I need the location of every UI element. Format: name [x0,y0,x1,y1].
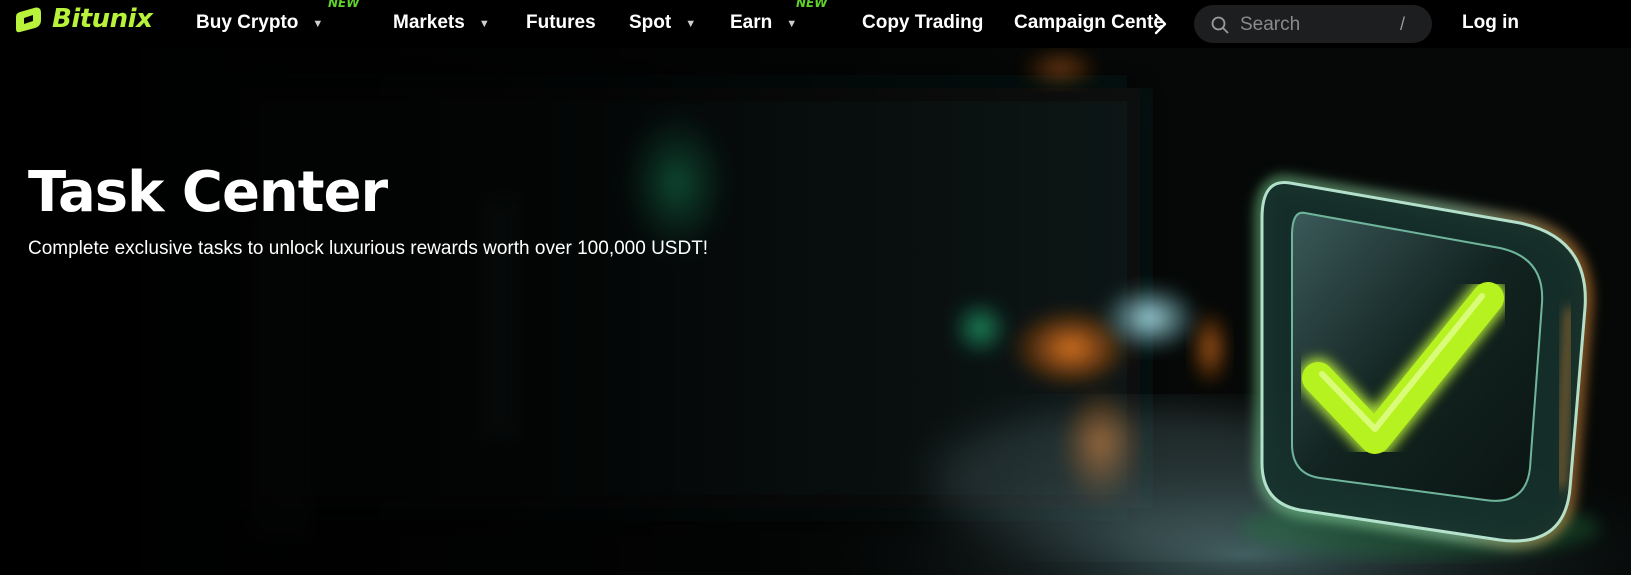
brand-name: Bitunix [52,4,153,34]
nav-spot[interactable]: Spot ▼ [629,12,696,34]
nav-futures[interactable]: Futures [526,12,596,34]
chevron-down-icon: ▼ [786,18,798,30]
nav-spot-label: Spot [629,12,672,33]
login-button[interactable]: Log in [1462,12,1519,34]
nav-campaign-center[interactable]: Campaign Center [1014,12,1164,34]
glowing-checkmark-icon [1240,175,1600,558]
nav-buy-crypto-label: Buy Crypto [196,12,299,33]
chevron-down-icon: ▼ [478,18,490,30]
top-navigation: Bitunix Buy Crypto ▼ NEW Markets ▼ Futur… [0,0,1631,48]
chevron-down-icon: ▼ [685,18,697,30]
new-badge-buy-crypto: NEW [328,0,360,10]
nav-campaign-center-label: Campaign Center [1014,12,1164,33]
hero-banner: Task Center Complete exclusive tasks to … [0,48,1631,575]
nav-markets-label: Markets [393,12,465,33]
page-subtitle: Complete exclusive tasks to unlock luxur… [28,238,709,259]
hero-background-art [0,48,1631,575]
new-badge-earn: NEW [796,0,828,10]
bitunix-logo-icon [16,7,41,33]
brand-logo[interactable]: Bitunix [14,4,153,34]
search-icon [1211,16,1229,34]
chevron-down-icon: ▼ [312,18,324,30]
nav-buy-crypto[interactable]: Buy Crypto ▼ [196,12,323,34]
page-title: Task Center [28,160,388,225]
search-box[interactable]: / [1194,5,1432,43]
search-shortcut-hint: / [1400,14,1406,34]
nav-copy-trading[interactable]: Copy Trading [862,12,983,34]
nav-copy-trading-label: Copy Trading [862,12,984,33]
chevron-right-icon[interactable] [1150,10,1170,38]
nav-earn-label: Earn [730,12,773,33]
nav-futures-label: Futures [526,12,596,33]
nav-earn[interactable]: Earn ▼ [730,12,797,34]
nav-markets[interactable]: Markets ▼ [393,12,490,34]
search-input[interactable] [1238,12,1392,38]
